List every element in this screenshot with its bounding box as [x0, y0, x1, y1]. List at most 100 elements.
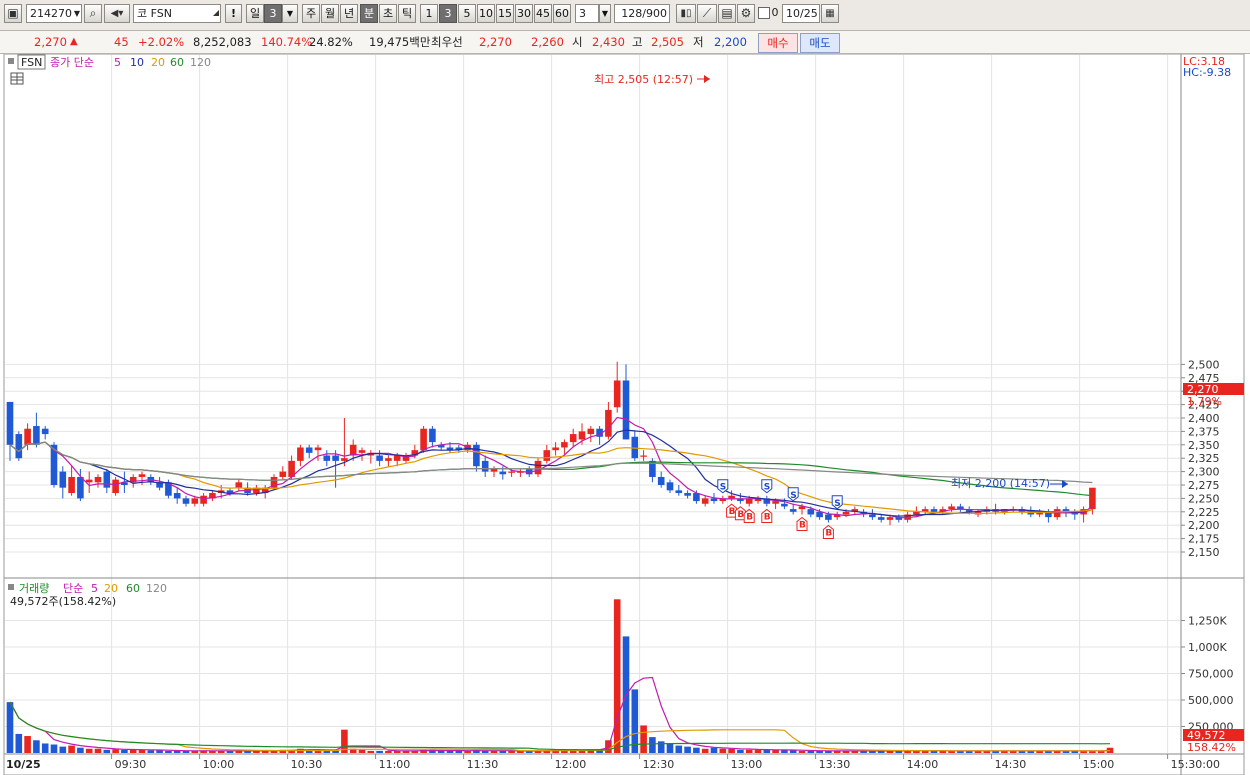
- checkbox[interactable]: [758, 7, 770, 19]
- candle-type-icon[interactable]: ▮▯: [676, 4, 696, 23]
- volume-bar: [68, 745, 75, 753]
- candle-body: [789, 509, 797, 512]
- interval-30[interactable]: 30: [515, 4, 533, 23]
- search-icon[interactable]: ⌕: [84, 4, 102, 23]
- dropdown-arrow-icon[interactable]: ▼: [74, 5, 80, 22]
- symbol-label: FSN: [21, 56, 42, 69]
- candle-body: [657, 476, 665, 485]
- volume-bar: [754, 749, 762, 753]
- candle-body: [323, 455, 331, 461]
- volume-bar: [129, 749, 137, 753]
- panel-menu-icon[interactable]: [8, 58, 14, 64]
- interval-1[interactable]: 1: [420, 4, 438, 23]
- price-tick-label: 2,275: [1188, 479, 1220, 492]
- draw-line-icon[interactable]: ⟋: [697, 4, 717, 23]
- volume-bar: [675, 745, 683, 753]
- stock-chart[interactable]: SB B BSBSBBS 2,1502,1752,2002,2252,2502,27…: [0, 54, 1250, 775]
- candle-body: [420, 428, 427, 451]
- interval-5[interactable]: 5: [458, 4, 476, 23]
- interval-dropdown-icon[interactable]: ▼: [599, 4, 611, 23]
- buy-signal-label: B: [746, 512, 753, 522]
- volume-value: 8,252,083: [193, 35, 252, 49]
- candle-body: [6, 401, 14, 445]
- up-arrow-icon: ▲: [70, 36, 78, 47]
- tab-second[interactable]: 초: [379, 4, 397, 23]
- calendar-icon[interactable]: ▦: [821, 4, 839, 23]
- buy-button[interactable]: 매수: [758, 33, 798, 53]
- tab-monthly[interactable]: 월: [321, 4, 339, 23]
- volume-bar: [745, 749, 753, 753]
- volume-bar: [376, 750, 383, 753]
- time-tick-label: 15:30:00: [1171, 758, 1220, 771]
- volume-bar: [781, 750, 788, 753]
- candle-body: [77, 476, 84, 499]
- candle-body: [948, 506, 955, 510]
- time-tick-label: 11:00: [379, 758, 411, 771]
- time-tick-label: 10:30: [291, 758, 323, 771]
- save-icon[interactable]: ▤: [718, 4, 736, 23]
- candle-body: [587, 428, 595, 435]
- legend-volume: 거래량: [19, 582, 49, 595]
- volume-bar: [112, 749, 119, 753]
- daily-dropdown-icon[interactable]: ▼: [282, 4, 298, 23]
- stock-name-field[interactable]: 코 FSN: [133, 4, 221, 23]
- volume-bar: [323, 750, 331, 753]
- volume-ratio: 140.74%: [261, 35, 313, 49]
- candle-body: [112, 479, 119, 494]
- volume-bar: [121, 749, 128, 753]
- tab-yearly[interactable]: 년: [340, 4, 358, 23]
- interval-input[interactable]: 3: [575, 4, 599, 23]
- candle-body: [385, 458, 392, 461]
- stock-code-input[interactable]: 214270 ▼: [26, 4, 82, 23]
- tab-minute[interactable]: 분: [360, 4, 378, 23]
- candle-body: [341, 458, 348, 461]
- interval-45[interactable]: 45: [534, 4, 552, 23]
- tab-weekly[interactable]: 주: [302, 4, 320, 23]
- interval-60[interactable]: 60: [553, 4, 571, 23]
- volume-panel-menu-icon[interactable]: [8, 584, 14, 590]
- volume-tick-label: 1,250K: [1188, 615, 1227, 628]
- sound-icon[interactable]: ◀▾: [104, 4, 130, 23]
- sell-button[interactable]: 매도: [800, 33, 840, 53]
- tab-tick[interactable]: 틱: [398, 4, 416, 23]
- volume-bar: [807, 750, 815, 753]
- candle-body: [103, 471, 111, 488]
- settings-icon[interactable]: ⚙: [737, 4, 755, 23]
- price-tick-label: 2,375: [1188, 425, 1220, 438]
- candle-body: [305, 447, 313, 453]
- volume-bar: [173, 750, 181, 753]
- vertical-grid: [111, 55, 1169, 753]
- volume-ma5-line: [9, 676, 1111, 752]
- alert-button[interactable]: !: [225, 4, 242, 23]
- candle-body: [710, 498, 718, 502]
- high-arrow-icon: [704, 75, 710, 83]
- time-tick-label: 14:30: [995, 758, 1027, 771]
- daily-count[interactable]: 3: [264, 4, 282, 23]
- chart-menu-icon[interactable]: ▣: [4, 4, 22, 23]
- volume-bar: [332, 750, 339, 753]
- volume-bar: [613, 599, 621, 753]
- count-field[interactable]: 128/900: [614, 4, 670, 23]
- volume-bar: [684, 746, 691, 753]
- candle-body: [569, 434, 577, 443]
- price-tick-label: 2,250: [1188, 492, 1220, 505]
- buy-signal-label: B: [825, 529, 832, 539]
- date-field[interactable]: 10/25: [782, 4, 820, 23]
- interval-15[interactable]: 15: [496, 4, 514, 23]
- candle-body: [358, 450, 366, 453]
- volume-bar: [41, 743, 49, 753]
- interval-3[interactable]: 3: [439, 4, 457, 23]
- candle-body: [279, 471, 287, 477]
- candle-body: [613, 380, 621, 408]
- low-label: 저: [693, 35, 704, 49]
- candle-body: [534, 460, 542, 475]
- change-rate: +2.02%: [138, 35, 185, 49]
- candle-body: [781, 503, 788, 507]
- interval-10[interactable]: 10: [477, 4, 495, 23]
- candle-body: [913, 511, 920, 515]
- candle-body: [332, 455, 339, 461]
- tab-daily[interactable]: 일: [246, 4, 264, 23]
- candle-body: [930, 509, 938, 512]
- hc-value: HC:-9.38: [1183, 66, 1231, 79]
- volume-bar: [358, 749, 366, 753]
